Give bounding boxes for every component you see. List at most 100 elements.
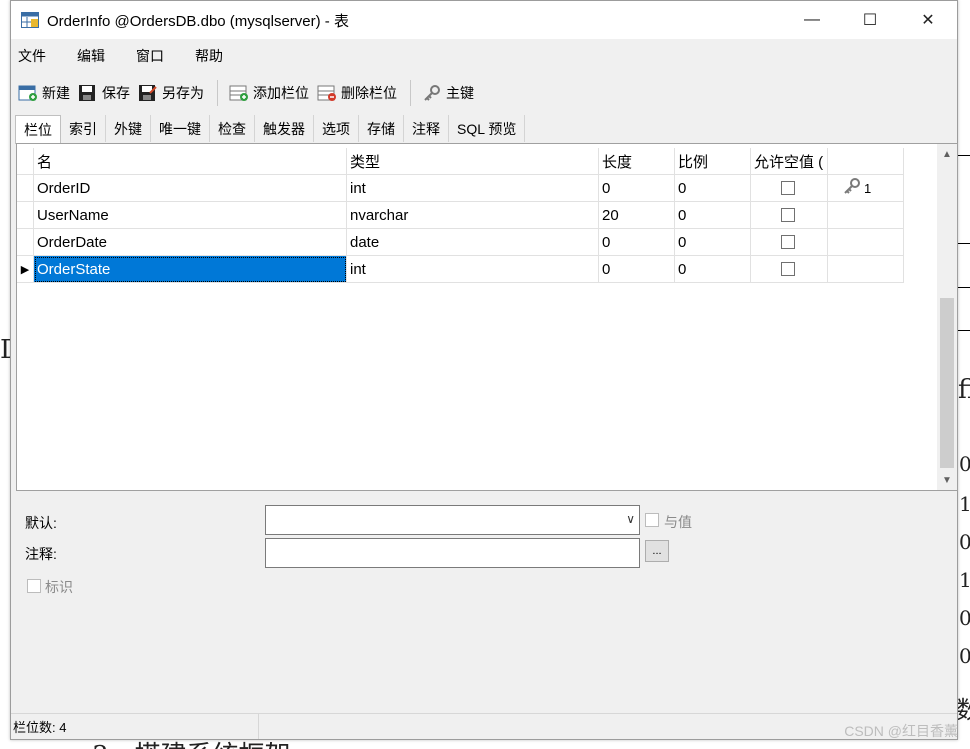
column-header-nullable[interactable]: 允许空值 ( [751,148,828,175]
table-row[interactable]: OrderID int 0 0 1 [17,175,904,202]
field-length-cell[interactable]: 0 [599,175,675,202]
column-header-key[interactable] [828,148,904,175]
table-row[interactable]: UserName nvarchar 20 0 [17,202,904,229]
tab-triggers[interactable]: 触发器 [255,115,314,142]
field-nullable-cell[interactable] [751,256,828,283]
scroll-down-icon[interactable]: ▼ [937,470,957,490]
new-button[interactable]: 新建 [15,78,73,108]
scroll-thumb[interactable] [940,298,954,468]
save-button[interactable]: 保存 [75,78,133,108]
background-digit: 1 [959,492,970,516]
column-header-length[interactable]: 长度 [599,148,675,175]
save-icon [78,84,98,102]
background-rule [958,243,970,244]
field-scale-cell[interactable]: 0 [675,256,751,283]
table-row-selected[interactable]: ▶ OrderState int 0 0 [17,256,904,283]
field-name-cell[interactable]: UserName [34,202,347,229]
menu-window[interactable]: 窗口 [129,46,180,66]
field-key-cell[interactable]: 1 [828,175,904,202]
background-digit: 0 [959,452,970,476]
new-label: 新建 [42,85,70,101]
delete-field-button[interactable]: 删除栏位 [314,78,400,108]
close-button[interactable]: ✕ [899,1,957,39]
nullable-checkbox[interactable] [781,181,795,195]
window-title: OrderInfo @OrdersDB.dbo (mysqlserver) - … [47,12,349,30]
maximize-button[interactable]: ☐ [841,1,899,39]
menu-edit[interactable]: 编辑 [70,46,121,66]
field-scale-cell[interactable]: 0 [675,229,751,256]
field-nullable-cell[interactable] [751,202,828,229]
field-name-cell[interactable]: OrderDate [34,229,347,256]
title-bar: OrderInfo @OrdersDB.dbo (mysqlserver) - … [11,1,957,39]
row-indicator[interactable] [17,229,34,256]
toolbar-separator [217,80,218,106]
field-key-cell[interactable] [828,202,904,229]
field-type-cell[interactable]: int [347,175,599,202]
save-as-label: 另存为 [162,85,204,101]
row-indicator[interactable] [17,202,34,229]
field-type-cell[interactable]: int [347,256,599,283]
field-length-cell[interactable]: 20 [599,202,675,229]
minimize-button[interactable]: — [783,1,841,39]
chevron-down-icon[interactable]: ∨ [626,512,635,526]
field-type-cell[interactable]: nvarchar [347,202,599,229]
field-key-cell[interactable] [828,256,904,283]
save-as-button[interactable]: 另存为 [135,78,207,108]
save-label: 保存 [102,85,130,101]
scroll-up-icon[interactable]: ▲ [937,144,957,164]
field-scale-cell[interactable]: 0 [675,175,751,202]
background-rule [958,155,970,156]
delete-field-label: 删除栏位 [341,85,397,101]
add-field-button[interactable]: 添加栏位 [226,78,312,108]
add-field-label: 添加栏位 [253,85,309,101]
tab-fields[interactable]: 栏位 [15,115,61,144]
comment-ellipsis-button[interactable]: ... [645,540,669,562]
row-indicator-header [17,148,34,175]
tab-foreign-keys[interactable]: 外键 [106,115,151,142]
column-header-scale[interactable]: 比例 [675,148,751,175]
field-nullable-cell[interactable] [751,229,828,256]
field-name-cell[interactable]: OrderState [34,256,347,283]
nullable-checkbox[interactable] [781,208,795,222]
field-length-cell[interactable]: 0 [599,229,675,256]
table-row[interactable]: OrderDate date 0 0 [17,229,904,256]
tab-indexes[interactable]: 索引 [61,115,106,142]
menu-bar: 文件 编辑 窗口 帮助 [11,39,957,73]
column-header-name[interactable]: 名 [34,148,347,175]
field-nullable-cell[interactable] [751,175,828,202]
with-value-checkbox[interactable] [645,513,659,527]
default-value-combo[interactable]: ∨ [265,505,640,535]
tab-comment[interactable]: 注释 [404,115,449,142]
comment-field[interactable] [265,538,640,568]
background-digit: 0 [959,606,970,630]
nullable-checkbox[interactable] [781,235,795,249]
tab-checks[interactable]: 检查 [210,115,255,142]
tab-unique-keys[interactable]: 唯一键 [151,115,210,142]
with-value-label: 与值 [664,514,692,530]
field-name-cell[interactable]: OrderID [34,175,347,202]
new-table-icon [18,84,38,102]
add-field-icon [229,84,249,102]
current-row-arrow-icon[interactable]: ▶ [17,256,34,283]
tab-sql-preview[interactable]: SQL 预览 [449,115,526,142]
designer-tabs: 栏位 索引 外键 唯一键 检查 触发器 选项 存储 注释 SQL 预览 [11,115,526,144]
field-scale-cell[interactable]: 0 [675,202,751,229]
delete-field-icon [317,84,337,102]
field-count: 栏位数: 4 [11,714,259,739]
tab-storage[interactable]: 存储 [359,115,404,142]
field-type-cell[interactable]: date [347,229,599,256]
tab-options[interactable]: 选项 [314,115,359,142]
row-indicator[interactable] [17,175,34,202]
key-order: 1 [864,180,872,196]
default-label: 默认: [25,515,57,531]
field-key-cell[interactable] [828,229,904,256]
identity-checkbox[interactable] [27,579,41,593]
primary-key-button[interactable]: 主键 [419,78,477,108]
menu-file[interactable]: 文件 [11,46,62,66]
grid-vertical-scrollbar[interactable]: ▲ ▼ [937,144,957,490]
menu-help[interactable]: 帮助 [188,46,239,66]
nullable-checkbox[interactable] [781,262,795,276]
field-length-cell[interactable]: 0 [599,256,675,283]
primary-key-label: 主键 [446,85,474,101]
column-header-type[interactable]: 类型 [347,148,599,175]
